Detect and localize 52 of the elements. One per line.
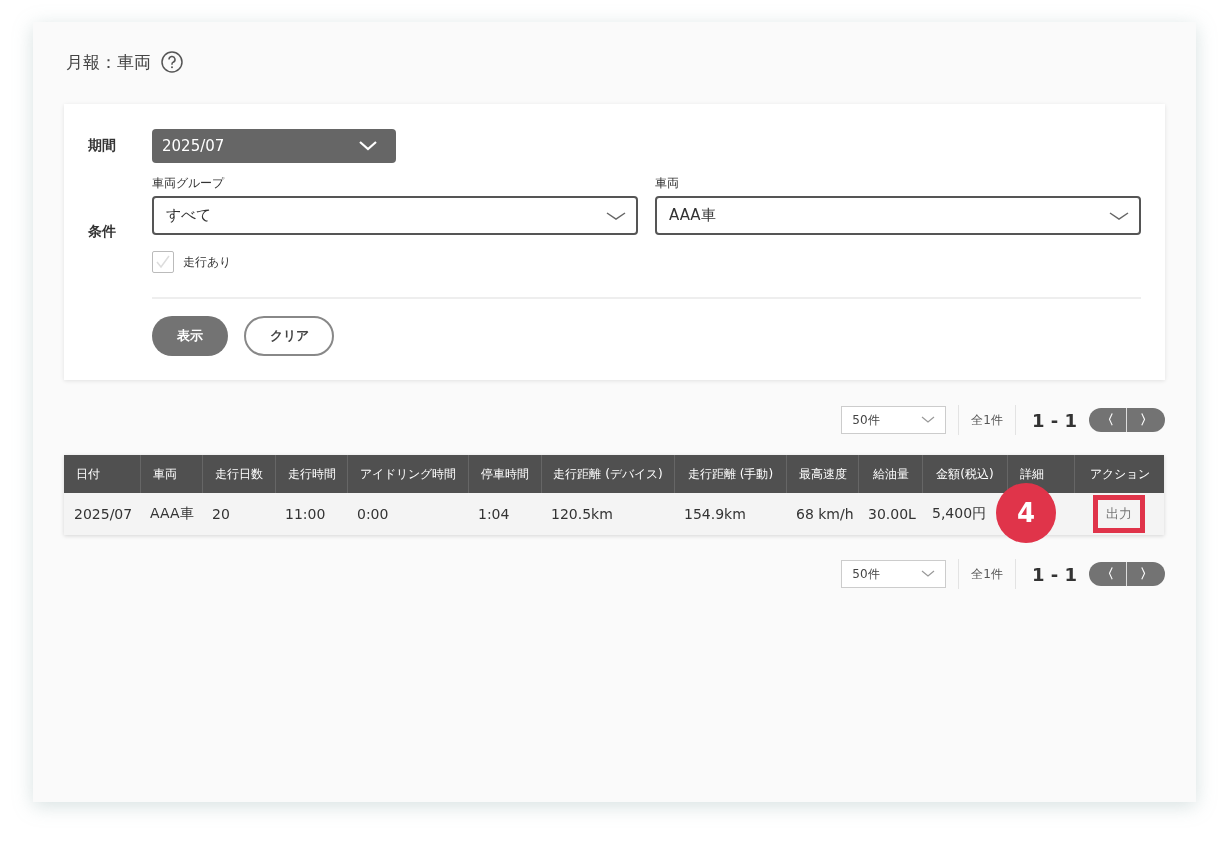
show-button[interactable]: 表示 bbox=[152, 316, 228, 356]
vehicle-label: 車両 bbox=[655, 175, 680, 192]
table-cell-text: AAA車 bbox=[149, 505, 195, 523]
chevron-down-icon bbox=[1109, 210, 1129, 221]
page-title: 月報：車両 bbox=[66, 50, 151, 74]
table-cell-text: 120.5km bbox=[550, 506, 614, 522]
help-icon[interactable] bbox=[161, 51, 183, 73]
table-cell-text: 0:00 bbox=[356, 506, 390, 522]
next-page-button[interactable]: 〉 bbox=[1127, 408, 1165, 432]
chevron-down-icon bbox=[921, 570, 936, 578]
column-header: 給油量 bbox=[858, 455, 922, 493]
vehicle-group-label: 車両グループ bbox=[152, 175, 226, 192]
table-cell-text: 2025/07 bbox=[73, 506, 134, 522]
chevron-down-icon bbox=[921, 416, 936, 424]
column-header: 停車時間 bbox=[468, 455, 541, 493]
column-header: アクション bbox=[1074, 455, 1164, 493]
column-header: 走行距離 (手動) bbox=[674, 455, 786, 493]
period-label: 期間 bbox=[88, 137, 117, 155]
table-cell-text: 68 km/h bbox=[795, 506, 855, 522]
chevron-down-icon bbox=[358, 140, 378, 152]
total-count: 全1件 bbox=[971, 411, 1003, 429]
per-page-select[interactable]: 50件 bbox=[841, 406, 947, 434]
next-page-button[interactable]: 〉 bbox=[1127, 562, 1165, 586]
period-select[interactable]: 2025/07 bbox=[152, 129, 396, 163]
page-range: 1 - 1 bbox=[1031, 563, 1077, 585]
chevron-down-icon bbox=[606, 210, 626, 221]
export-button[interactable]: 出力 bbox=[1093, 495, 1145, 533]
previous-page-button[interactable]: 〈 bbox=[1089, 408, 1127, 432]
table-cell-text: 1:04 bbox=[477, 506, 511, 522]
table-cell-text: 11:00 bbox=[284, 506, 327, 522]
column-header: アイドリング時間 bbox=[347, 455, 468, 493]
vehicle-select[interactable]: AAA車 bbox=[655, 196, 1141, 235]
column-header: 走行距離 (デバイス) bbox=[541, 455, 674, 493]
total-count: 全1件 bbox=[971, 565, 1003, 583]
column-header: 走行日数 bbox=[202, 455, 275, 493]
per-page-select[interactable]: 50件 bbox=[841, 560, 947, 588]
column-header: 日付 bbox=[75, 465, 101, 483]
table-cell-text: 20 bbox=[211, 506, 231, 522]
clear-button[interactable]: クリア bbox=[244, 316, 334, 356]
vehicle-group-select[interactable]: すべて bbox=[152, 196, 638, 235]
table-cell-text: 5,400円 bbox=[931, 505, 988, 523]
step-badge: 4 bbox=[996, 483, 1056, 543]
column-header: 走行時間 bbox=[275, 455, 347, 493]
checkbox[interactable] bbox=[152, 251, 174, 273]
column-header: 最高速度 bbox=[786, 455, 858, 493]
previous-page-button[interactable]: 〈 bbox=[1089, 562, 1127, 586]
checkbox-label: 走行あり bbox=[183, 253, 231, 271]
column-header: 車両 bbox=[140, 455, 202, 493]
table-cell-text: 154.9km bbox=[683, 506, 747, 522]
conditions-label: 条件 bbox=[88, 223, 117, 241]
page-range: 1 - 1 bbox=[1031, 409, 1077, 431]
table-cell-text: 30.00L bbox=[867, 506, 917, 522]
